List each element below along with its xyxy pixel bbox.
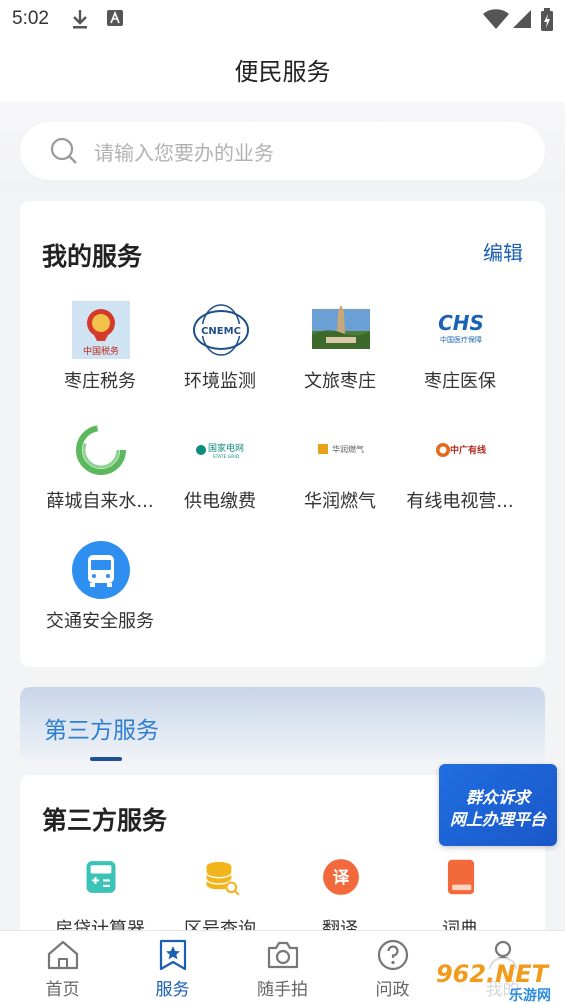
database-search-icon xyxy=(205,861,240,896)
watermark-logo: 962.NET 乐游网 xyxy=(426,958,562,1004)
wifi-icon xyxy=(483,9,509,29)
state-grid-logo-text: 国家电网 xyxy=(208,442,244,454)
chs-logo-icon: CHS 中国医疗保障 xyxy=(438,311,484,344)
search-area: 请输入您要办的业务 xyxy=(0,102,565,192)
third-party-tab-bar: 第三方服务 xyxy=(20,687,545,767)
china-cable-logo-icon: 中广有线 xyxy=(436,443,486,457)
cr-gas-logo-text: 华润燃气 xyxy=(332,444,364,454)
tab-third-party[interactable]: 第三方服务 xyxy=(44,711,159,745)
service-label: 环境监测 xyxy=(184,371,256,392)
service-label: 华润燃气 xyxy=(304,491,376,512)
home-icon xyxy=(47,940,79,970)
banner-line-1: 群众诉求 xyxy=(465,788,530,807)
status-time: 5:02 xyxy=(12,8,49,29)
nav-item-snapshot[interactable]: 随手拍 xyxy=(226,931,339,1004)
download-icon xyxy=(73,10,87,29)
service-label: 有线电视营... xyxy=(406,491,514,512)
cnemc-logo-text: CNEMC xyxy=(201,326,241,337)
state-grid-logo-subtext: STATE GRID xyxy=(213,454,240,460)
font-app-icon xyxy=(107,10,123,26)
camera-icon xyxy=(267,941,299,969)
service-label: 枣庄税务 xyxy=(64,371,136,392)
edit-button[interactable]: 编辑 xyxy=(483,237,523,266)
complaint-platform-banner[interactable]: 群众诉求 网上办理平台 xyxy=(439,764,557,846)
tax-logo-text: 中国税务 xyxy=(83,345,119,357)
calculator-icon xyxy=(86,861,116,893)
search-placeholder: 请输入您要办的业务 xyxy=(94,141,274,165)
page-header: 便民服务 xyxy=(0,40,565,102)
water-logo-icon xyxy=(76,425,126,475)
service-label: 交通安全服务 xyxy=(46,611,154,632)
my-services-card: 我的服务 编辑 中国税务 枣庄税务 CNEMC 环境监测 文旅枣庄 CHS 中国… xyxy=(20,201,545,667)
service-label: 薛城自来水... xyxy=(46,491,154,512)
chs-logo-text: CHS xyxy=(438,311,484,335)
banner-line-2: 网上办理平台 xyxy=(449,810,546,829)
question-icon xyxy=(377,939,409,971)
nav-label: 服务 xyxy=(155,980,190,1000)
tab-indicator xyxy=(90,757,122,761)
cr-gas-logo-icon: 华润燃气 xyxy=(318,444,364,454)
star-bookmark-icon xyxy=(159,939,187,971)
tax-emblem-icon: 中国税务 xyxy=(72,301,130,359)
status-bar: 5:02 xyxy=(0,0,565,40)
service-label: 文旅枣庄 xyxy=(304,371,376,392)
translate-icon: 译 xyxy=(323,859,359,895)
dictionary-icon xyxy=(447,859,475,895)
cnemc-logo-icon: CNEMC xyxy=(193,304,249,356)
signal-icon xyxy=(513,10,531,28)
battery-icon xyxy=(541,8,553,31)
watermark-text: 962.NET xyxy=(436,960,550,988)
my-services-title: 我的服务 xyxy=(42,242,143,271)
service-label: 枣庄医保 xyxy=(424,371,496,392)
state-grid-logo-icon: 国家电网 STATE GRID xyxy=(196,442,244,460)
nav-item-services[interactable]: 服务 xyxy=(116,931,229,1004)
page-title: 便民服务 xyxy=(234,58,331,86)
nav-label: 随手拍 xyxy=(257,980,308,1000)
search-input[interactable]: 请输入您要办的业务 xyxy=(20,122,545,180)
third-party-title: 第三方服务 xyxy=(42,806,168,835)
service-label: 供电缴费 xyxy=(184,491,256,512)
chs-logo-subtext: 中国医疗保障 xyxy=(440,335,482,344)
translate-glyph: 译 xyxy=(333,868,350,887)
watermark-subtext: 乐游网 xyxy=(509,987,551,1004)
tourism-photo-icon xyxy=(312,305,370,349)
search-icon xyxy=(50,137,77,164)
china-cable-logo-text: 中广有线 xyxy=(450,444,486,456)
nav-item-home[interactable]: 首页 xyxy=(6,931,119,1004)
nav-label: 首页 xyxy=(45,980,80,1000)
bus-icon xyxy=(72,541,130,599)
